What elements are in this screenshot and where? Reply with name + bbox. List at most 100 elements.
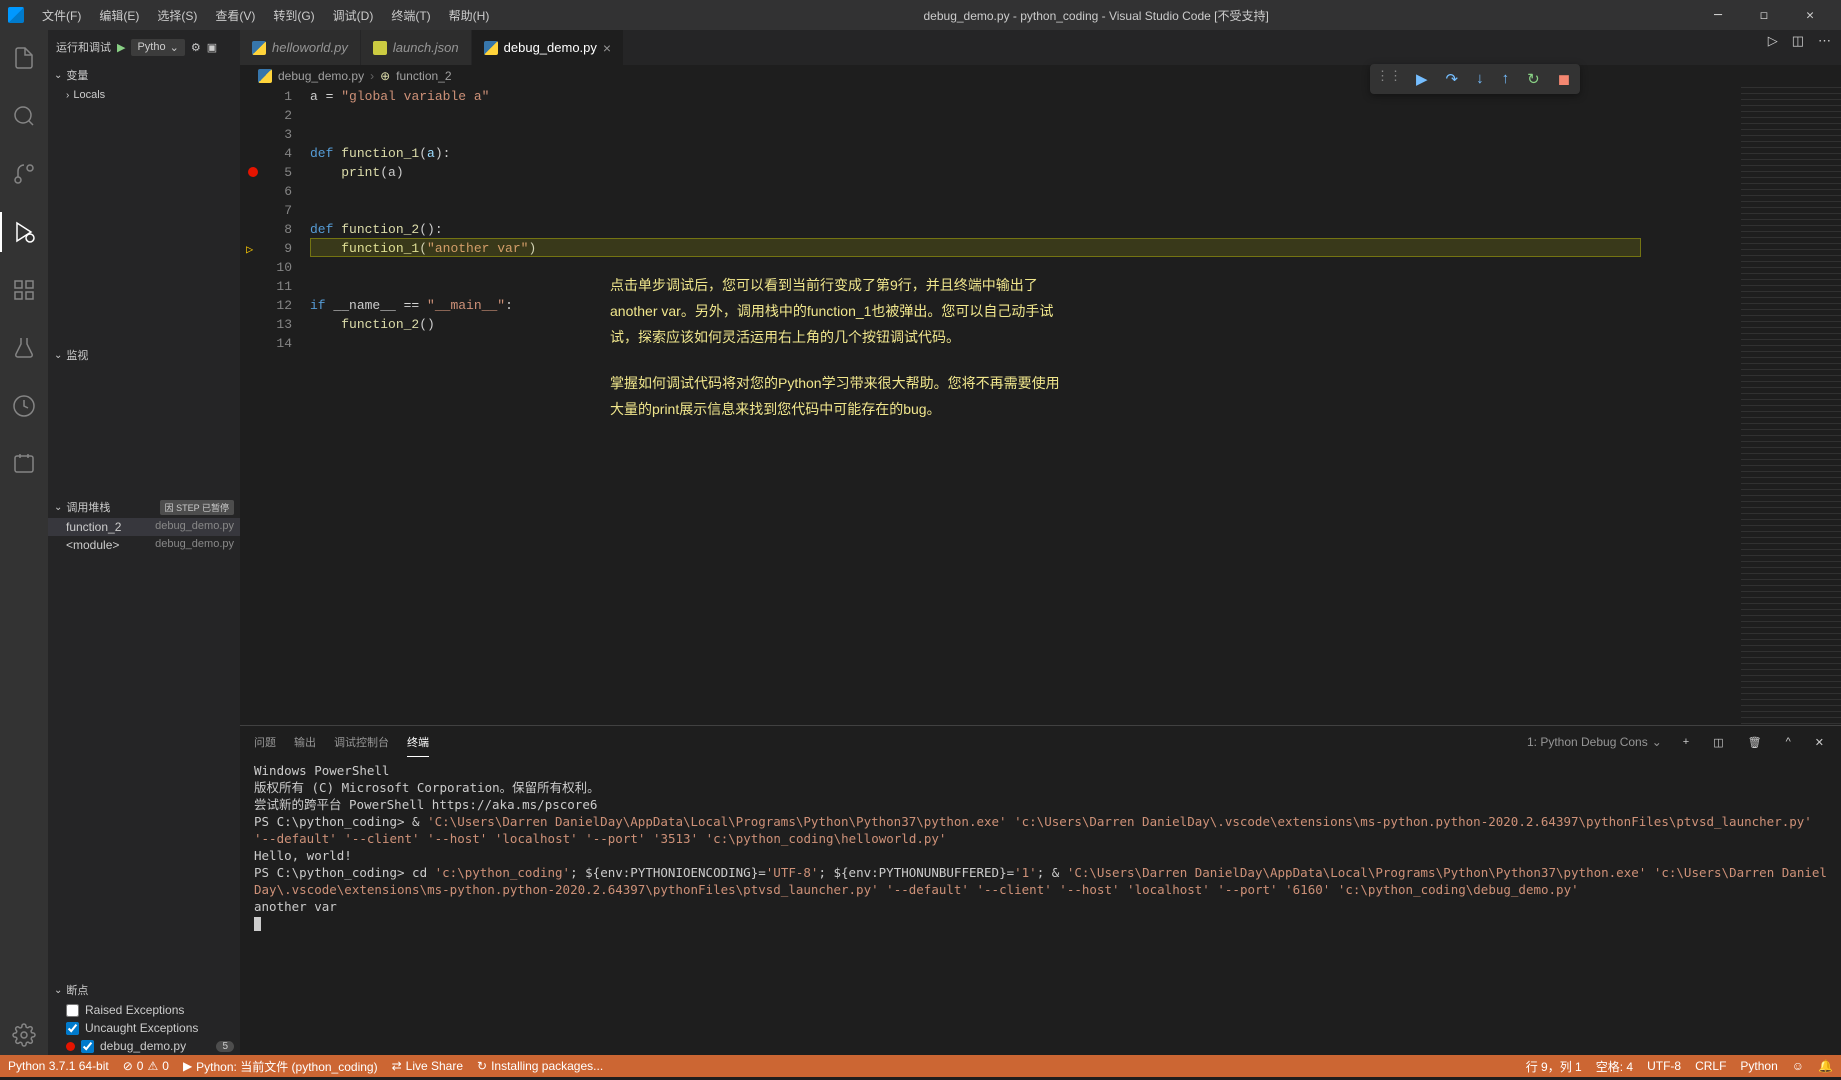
eol-status[interactable]: CRLF <box>1695 1059 1726 1073</box>
locals-header[interactable]: › Locals <box>48 86 240 104</box>
problems-status[interactable]: ⊘0 ⚠0 <box>123 1059 169 1073</box>
minimize-button[interactable]: ─ <box>1695 0 1741 30</box>
run-file-button[interactable]: ▷ <box>1768 33 1778 68</box>
menu-item[interactable]: 转到(G) <box>265 3 322 28</box>
breakpoint-checkbox[interactable] <box>66 1004 79 1017</box>
language-status[interactable]: Python <box>1740 1059 1777 1073</box>
close-panel-button[interactable]: ✕ <box>1812 736 1827 749</box>
notifications-icon[interactable]: 🔔 <box>1818 1059 1833 1073</box>
source-control-icon[interactable] <box>0 154 48 194</box>
live-share-status[interactable]: ⇄Live Share <box>392 1059 463 1073</box>
restart-button[interactable]: ↻ <box>1523 68 1544 90</box>
breakpoint-item[interactable]: Raised Exceptions <box>48 1001 240 1019</box>
explorer-icon[interactable] <box>0 38 48 78</box>
split-terminal-button[interactable]: ◫ <box>1710 736 1726 749</box>
split-editor-button[interactable]: ◫ <box>1792 33 1804 68</box>
breakpoint-item[interactable]: debug_demo.py 5 <box>48 1037 240 1055</box>
more-actions-button[interactable]: ⋯ <box>1818 33 1831 68</box>
terminal-content[interactable]: Windows PowerShell版权所有 (C) Microsoft Cor… <box>240 758 1841 1055</box>
terminal-selector[interactable]: 1: Python Debug Cons ⌄ <box>1527 735 1662 749</box>
search-icon[interactable] <box>0 96 48 136</box>
menu-item[interactable]: 编辑(E) <box>91 3 147 28</box>
current-line-arrow-icon: ▷ <box>246 241 253 260</box>
testing-icon[interactable] <box>0 328 48 368</box>
step-into-button[interactable]: ↓ <box>1472 68 1488 90</box>
menu-item[interactable]: 文件(F) <box>34 3 89 28</box>
start-debug-button[interactable]: ▶ <box>117 41 125 54</box>
debug-header: 运行和调试 ▶ Pytho ⌄ ⚙ ▣ <box>48 30 240 64</box>
kill-terminal-button[interactable]: 🗑 <box>1745 736 1765 749</box>
file-icon <box>373 41 387 55</box>
settings-gear-icon[interactable] <box>0 1015 48 1055</box>
debug-console-icon[interactable]: ▣ <box>207 41 217 54</box>
step-out-button[interactable]: ↑ <box>1498 68 1514 90</box>
breakpoint-dot-icon[interactable] <box>248 167 258 177</box>
panel-tab[interactable]: 调试控制台 <box>334 728 389 756</box>
maximize-panel-button[interactable]: ^ <box>1783 736 1794 748</box>
annotation-overlay: 点击单步调试后，您可以看到当前行变成了第9行，并且终端中输出了another v… <box>610 272 1070 442</box>
editor-tab[interactable]: launch.json <box>361 30 472 65</box>
chevron-down-icon: ⌄ <box>1652 735 1662 749</box>
feedback-icon[interactable]: ☺ <box>1792 1059 1804 1073</box>
accounts-icon[interactable] <box>0 444 48 484</box>
callstack-section-header[interactable]: ⌄ 调用堆栈 因 STEP 已暂停 <box>48 496 240 518</box>
breakpoint-item[interactable]: Uncaught Exceptions <box>48 1019 240 1037</box>
code-content[interactable]: a = "global variable a"def function_1(a)… <box>310 87 1741 725</box>
stop-button[interactable]: ◼ <box>1554 68 1574 90</box>
new-terminal-button[interactable]: + <box>1680 736 1692 748</box>
extensions-icon[interactable] <box>0 270 48 310</box>
chevron-down-icon: ⌄ <box>54 985 62 996</box>
installing-status[interactable]: ↻Installing packages... <box>477 1059 603 1073</box>
window-controls: ─ ◻ ✕ <box>1695 0 1833 30</box>
vscode-logo-icon <box>8 7 24 23</box>
watch-section-header[interactable]: ⌄ 监视 <box>48 344 240 366</box>
breadcrumb[interactable]: debug_demo.py › ⊕ function_2 <box>240 65 1841 87</box>
menu-item[interactable]: 调试(D) <box>325 3 382 28</box>
indentation-status[interactable]: 空格: 4 <box>1596 1058 1633 1075</box>
chevron-down-icon: ⌄ <box>54 502 62 513</box>
encoding-status[interactable]: UTF-8 <box>1647 1059 1681 1073</box>
editor-tab[interactable]: debug_demo.py× <box>472 30 624 65</box>
code-editor[interactable]: 1234567891011121314▷ a = "global variabl… <box>240 87 1841 725</box>
debug-toolbar[interactable]: ⋮⋮ ▶ ↷ ↓ ↑ ↻ ◼ <box>1370 64 1580 94</box>
python-file-icon <box>258 69 272 83</box>
close-tab-button[interactable]: × <box>603 40 611 56</box>
panel-tabs: 问题输出调试控制台终端 1: Python Debug Cons ⌄ + ◫ 🗑… <box>240 726 1841 758</box>
callstack-status: 因 STEP 已暂停 <box>160 500 234 515</box>
grip-icon[interactable]: ⋮⋮ <box>1376 68 1402 90</box>
cursor-position[interactable]: 行 9，列 1 <box>1526 1058 1582 1075</box>
close-button[interactable]: ✕ <box>1787 0 1833 30</box>
breakpoint-checkbox[interactable] <box>66 1022 79 1035</box>
debug-config-dropdown[interactable]: Pytho ⌄ <box>131 39 184 56</box>
chevron-right-icon: › <box>66 90 69 101</box>
debug-status[interactable]: ▶Python: 当前文件 (python_coding) <box>183 1058 378 1075</box>
menu-item[interactable]: 帮助(H) <box>441 3 498 28</box>
stack-frame[interactable]: <module> debug_demo.py <box>48 536 240 554</box>
breakpoint-dot-icon <box>66 1042 75 1051</box>
menu-item[interactable]: 查看(V) <box>207 3 263 28</box>
step-over-button[interactable]: ↷ <box>1442 68 1463 90</box>
panel-tab[interactable]: 输出 <box>294 728 316 756</box>
gutter[interactable]: 1234567891011121314▷ <box>240 87 310 725</box>
menu-item[interactable]: 选择(S) <box>149 3 205 28</box>
panel-tab[interactable]: 问题 <box>254 728 276 756</box>
debug-config-gear-icon[interactable]: ⚙ <box>191 41 201 54</box>
breakpoint-count: 5 <box>216 1041 234 1052</box>
menu-bar: 文件(F)编辑(E)选择(S)查看(V)转到(G)调试(D)终端(T)帮助(H) <box>34 3 497 28</box>
menu-item[interactable]: 终端(T) <box>383 3 438 28</box>
minimap[interactable] <box>1741 87 1841 725</box>
timeline-icon[interactable] <box>0 386 48 426</box>
continue-button[interactable]: ▶ <box>1412 68 1432 90</box>
editor-tab[interactable]: helloworld.py <box>240 30 361 65</box>
activity-bar <box>0 30 48 1055</box>
chevron-down-icon: ⌄ <box>54 350 62 361</box>
run-debug-icon[interactable] <box>0 212 48 252</box>
stack-frame[interactable]: function_2 debug_demo.py <box>48 518 240 536</box>
current-line-highlight <box>310 238 1641 257</box>
python-version[interactable]: Python 3.7.1 64-bit <box>8 1059 109 1073</box>
breakpoints-section-header[interactable]: ⌄ 断点 <box>48 979 240 1001</box>
maximize-button[interactable]: ◻ <box>1741 0 1787 30</box>
variables-section-header[interactable]: ⌄ 变量 <box>48 64 240 86</box>
panel-tab[interactable]: 终端 <box>407 728 429 757</box>
breakpoint-checkbox[interactable] <box>81 1040 94 1053</box>
